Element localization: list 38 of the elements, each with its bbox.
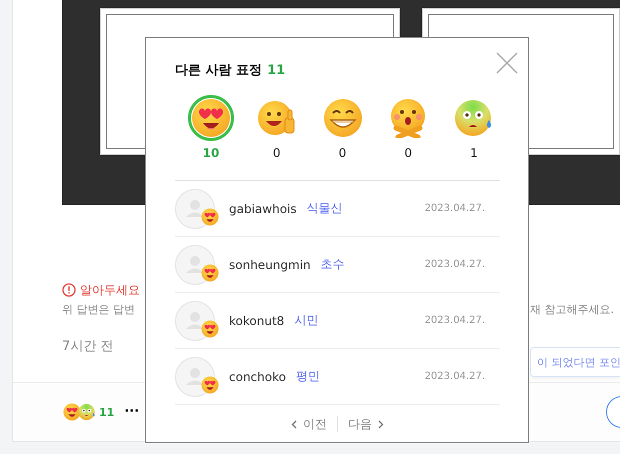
more-button[interactable]: ··· bbox=[123, 403, 140, 421]
chevron-left-icon bbox=[291, 420, 297, 428]
emoji-icon bbox=[78, 403, 96, 421]
emoji-icon bbox=[201, 320, 219, 338]
reaction-count: 11 bbox=[99, 406, 114, 418]
reaction-total: 11 bbox=[267, 62, 286, 78]
emoji-icon bbox=[63, 403, 81, 421]
emoji-icon bbox=[201, 264, 219, 282]
emoji-icon bbox=[201, 208, 219, 226]
notice-text: 재 참고해주세요. bbox=[530, 302, 614, 318]
emoji-icon bbox=[201, 376, 219, 394]
close-icon[interactable] bbox=[496, 52, 518, 74]
next-link[interactable]: 다음 bbox=[348, 416, 384, 432]
chevron-right-icon bbox=[378, 420, 384, 428]
reaction-date: 2023.04.27. bbox=[424, 315, 485, 326]
user-grade: 평민 bbox=[296, 368, 320, 385]
reaction-date: 2023.04.27. bbox=[424, 259, 485, 270]
emoji-tab[interactable] bbox=[188, 95, 234, 141]
reaction-count: 0 bbox=[404, 146, 412, 160]
reaction-date: 2023.04.27. bbox=[424, 203, 485, 214]
popup-title: 다른 사람 표정 bbox=[175, 62, 262, 79]
notice-text: 위 답변은 답변 bbox=[62, 302, 135, 318]
user-name[interactable]: kokonut8 bbox=[229, 314, 284, 328]
reaction-count: 10 bbox=[202, 146, 220, 160]
user-name[interactable]: conchoko bbox=[229, 370, 286, 384]
user-name[interactable]: gabiawhois bbox=[229, 202, 297, 216]
reaction-date: 2023.04.27. bbox=[424, 371, 485, 382]
reaction-count: 0 bbox=[338, 146, 346, 160]
reaction-count: 1 bbox=[470, 146, 478, 160]
reaction-count: 0 bbox=[272, 146, 281, 160]
post-time: 7시간 전 bbox=[62, 338, 114, 355]
prev-link[interactable]: 이전 bbox=[291, 416, 327, 432]
notice-title: 알아두세요 bbox=[80, 282, 140, 298]
user-grade: 식물신 bbox=[306, 200, 343, 217]
alert-icon bbox=[62, 283, 76, 297]
user-grade: 시민 bbox=[294, 312, 318, 329]
user-name[interactable]: sonheungmin bbox=[229, 258, 311, 272]
user-grade: 초수 bbox=[320, 256, 345, 273]
